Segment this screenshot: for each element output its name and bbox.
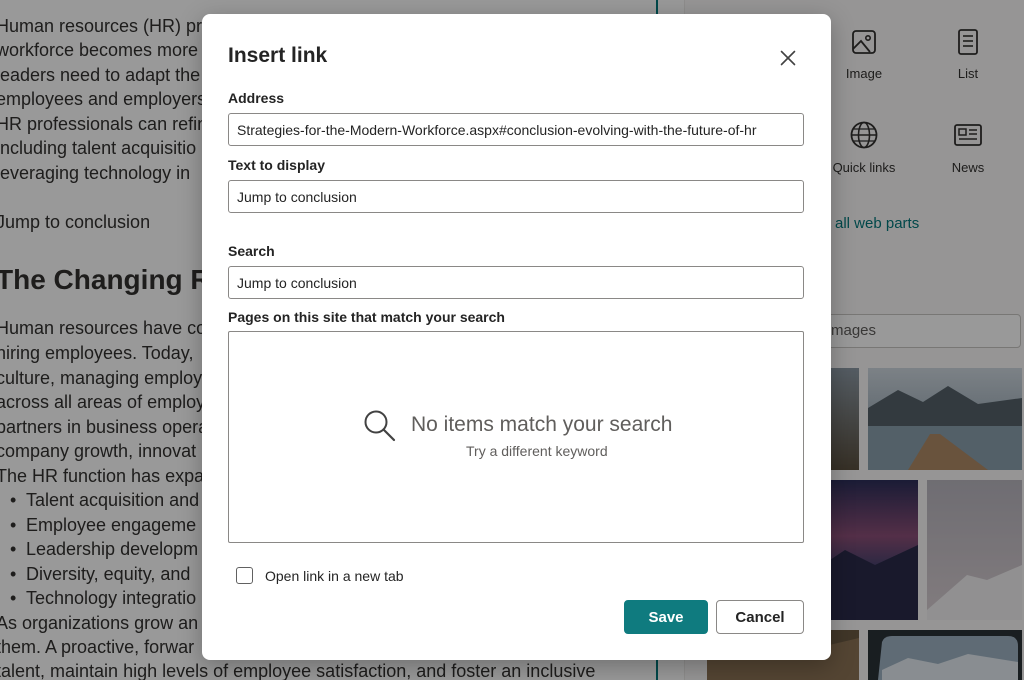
display-text-input[interactable] (228, 180, 804, 213)
search-results-list[interactable]: No items match your search Try a differe… (228, 331, 804, 543)
address-label: Address (228, 90, 285, 106)
empty-state-subtitle: Try a different keyword (466, 443, 608, 459)
search-input[interactable] (228, 266, 804, 299)
display-text-label: Text to display (228, 157, 325, 173)
dialog-title: Insert link (228, 44, 328, 67)
search-icon (364, 410, 396, 442)
insert-link-dialog: Insert link Address Text to display Sear… (202, 14, 831, 660)
cancel-button[interactable]: Cancel (716, 600, 804, 634)
search-label: Search (228, 243, 275, 259)
address-input[interactable] (228, 113, 804, 146)
open-new-tab-checkbox[interactable] (236, 567, 253, 584)
close-icon (780, 50, 796, 66)
save-button[interactable]: Save (624, 600, 708, 634)
empty-state-title: No items match your search (411, 413, 673, 436)
close-button[interactable] (774, 44, 802, 72)
open-new-tab-label[interactable]: Open link in a new tab (265, 568, 404, 584)
results-label: Pages on this site that match your searc… (228, 309, 505, 325)
